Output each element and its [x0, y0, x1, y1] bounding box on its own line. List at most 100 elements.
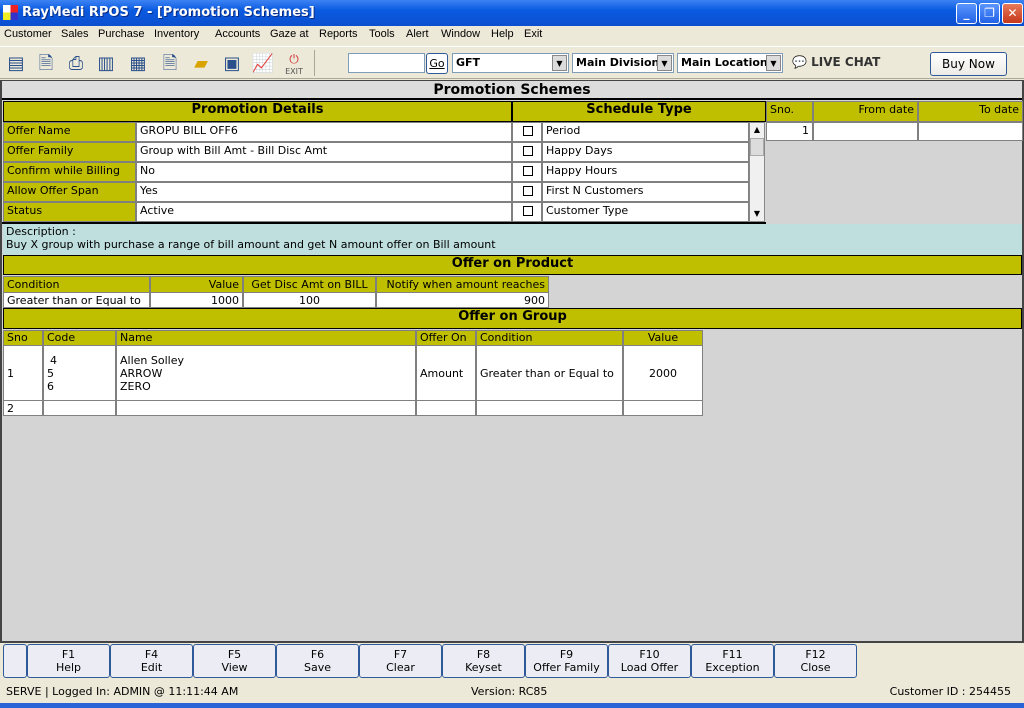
document-icon[interactable]: ▦: [126, 52, 150, 76]
status-bar: SERVE | Logged In: ADMIN @ 11:11:44 AM V…: [0, 680, 1024, 702]
checkbox[interactable]: [523, 126, 533, 136]
menu-reports[interactable]: Reports: [319, 28, 358, 40]
fkey-f11-button[interactable]: F11 Exception: [691, 644, 774, 678]
schedule-option-label: First N Customers: [542, 182, 749, 202]
fkey-f7-button[interactable]: F7 Clear: [359, 644, 442, 678]
live-chat-button[interactable]: 💬 LIVE CHAT: [792, 55, 880, 69]
fkey-f6-button[interactable]: F6 Save: [276, 644, 359, 678]
fkey-f4-button[interactable]: F4 Edit: [110, 644, 193, 678]
field-value[interactable]: Yes: [136, 182, 512, 202]
scroll-down-arrow-icon[interactable]: ▼: [750, 207, 764, 221]
schedule-checkbox-cell: [512, 122, 542, 142]
folder-icon[interactable]: ▰: [189, 52, 213, 76]
group-value[interactable]: 2000: [623, 345, 703, 401]
go-button[interactable]: Go: [426, 53, 448, 74]
group-value[interactable]: [623, 400, 703, 416]
fkey-key: F5: [227, 648, 242, 661]
group-offer-on[interactable]: [416, 400, 476, 416]
group-table-header: Value: [623, 330, 703, 346]
menu-sales[interactable]: Sales: [61, 28, 89, 40]
group-code: 5: [47, 366, 54, 380]
checkbox[interactable]: [523, 166, 533, 176]
menu-customer[interactable]: Customer: [4, 28, 52, 40]
chart-icon[interactable]: 📈: [251, 52, 275, 76]
menu-inventory[interactable]: Inventory: [154, 28, 199, 40]
purchase-cart-icon[interactable]: 🗎: [158, 52, 182, 76]
description-label: Description :: [6, 225, 76, 238]
sales-cart-icon[interactable]: 🗎: [34, 52, 58, 76]
menu-window[interactable]: Window: [441, 28, 480, 40]
fkey-label: Edit: [140, 661, 163, 674]
menu-alert[interactable]: Alert: [406, 28, 429, 40]
field-value[interactable]: No: [136, 162, 512, 182]
fkey-f10-button[interactable]: F10 Load Offer: [608, 644, 691, 678]
printer-icon[interactable]: ⎙: [64, 52, 88, 76]
schedule-grid-cell[interactable]: 1: [766, 122, 813, 141]
division-dropdown[interactable]: Main Division ▼: [572, 53, 674, 73]
field-value[interactable]: Group with Bill Amt - Bill Disc Amt: [136, 142, 512, 162]
close-button[interactable]: ✕: [1002, 3, 1023, 24]
fkey-label: Close: [800, 661, 831, 674]
schedule-grid-cell[interactable]: [813, 122, 918, 141]
product-table-cell[interactable]: 900: [376, 292, 549, 308]
division-value: Main Division: [576, 56, 660, 69]
menu-tools[interactable]: Tools: [369, 28, 395, 40]
schedule-scrollbar[interactable]: ▲ ▼: [749, 122, 765, 222]
group-names[interactable]: Allen Solley ARROW ZERO: [116, 345, 416, 401]
menu-help[interactable]: Help: [491, 28, 514, 40]
scroll-up-arrow-icon[interactable]: ▲: [750, 123, 764, 137]
page-title: Promotion Schemes: [2, 81, 1022, 100]
menu-purchase[interactable]: Purchase: [98, 28, 144, 40]
group-condition[interactable]: Greater than or Equal to: [476, 345, 623, 401]
buy-now-button[interactable]: Buy Now: [930, 52, 1007, 76]
fkey-label: Keyset: [465, 661, 502, 674]
fkey-f5-button[interactable]: F5 View: [193, 644, 276, 678]
group-codes[interactable]: 456: [43, 345, 116, 401]
restore-button[interactable]: ❐: [979, 3, 1000, 24]
checkbox[interactable]: [523, 186, 533, 196]
menu-gaze-at[interactable]: Gaze at: [270, 28, 309, 40]
fkey-f12-button[interactable]: F12 Close: [774, 644, 857, 678]
scroll-thumb[interactable]: [750, 138, 764, 156]
menu-exit[interactable]: Exit: [524, 28, 542, 40]
location-dropdown[interactable]: Main Location ▼: [677, 53, 783, 73]
group-code: 6: [47, 379, 54, 393]
fkey-label: Offer Family: [533, 661, 600, 674]
minimize-button[interactable]: _: [956, 3, 977, 24]
checkbox[interactable]: [523, 206, 533, 216]
exit-button[interactable]: ⏻ EXIT: [282, 52, 306, 76]
schedule-checkbox-cell: [512, 202, 542, 222]
invoice-icon[interactable]: ▤: [4, 52, 28, 76]
schedule-grid-cell[interactable]: [918, 122, 1023, 141]
group-offer-on[interactable]: Amount: [416, 345, 476, 401]
field-value[interactable]: Active: [136, 202, 512, 222]
toolbar: ▤ 🗎 ⎙ ▥ ▦ 🗎 ▰ ▣ 📈 ⏻ EXIT Go GFT ▼ Main Div…: [0, 46, 1024, 79]
fkey-label: Exception: [705, 661, 760, 674]
live-chat-label: LIVE CHAT: [811, 55, 881, 69]
fkey-f1-button[interactable]: F1 Help: [27, 644, 110, 678]
product-table-cell[interactable]: Greater than or Equal to: [3, 292, 150, 308]
exit-label: EXIT: [285, 67, 303, 76]
users-icon[interactable]: ▣: [220, 52, 244, 76]
field-value[interactable]: GROPU BILL OFF6: [136, 122, 512, 142]
store-dropdown[interactable]: GFT ▼: [452, 53, 569, 73]
group-names[interactable]: [116, 400, 416, 416]
group-table-header: Code: [43, 330, 116, 346]
fkey-f9-button[interactable]: F9 Offer Family: [525, 644, 608, 678]
fkey-label: Save: [303, 661, 331, 674]
checkbox[interactable]: [523, 146, 533, 156]
product-table-cell[interactable]: 1000: [150, 292, 243, 308]
barcode-icon[interactable]: ▥: [94, 52, 118, 76]
search-input[interactable]: [348, 53, 425, 73]
group-sno[interactable]: 1: [3, 345, 43, 401]
product-table-cell[interactable]: 100: [243, 292, 376, 308]
group-name: ZERO: [120, 379, 151, 393]
fkey-f8-button[interactable]: F8 Keyset: [442, 644, 525, 678]
fkey-label: View: [221, 661, 248, 674]
group-codes[interactable]: [43, 400, 116, 416]
group-sno[interactable]: 2: [3, 400, 43, 416]
group-code: 4: [50, 353, 57, 367]
window-title: RayMedi RPOS 7 - [Promotion Schemes]: [22, 5, 315, 20]
group-condition[interactable]: [476, 400, 623, 416]
menu-accounts[interactable]: Accounts: [215, 28, 260, 40]
